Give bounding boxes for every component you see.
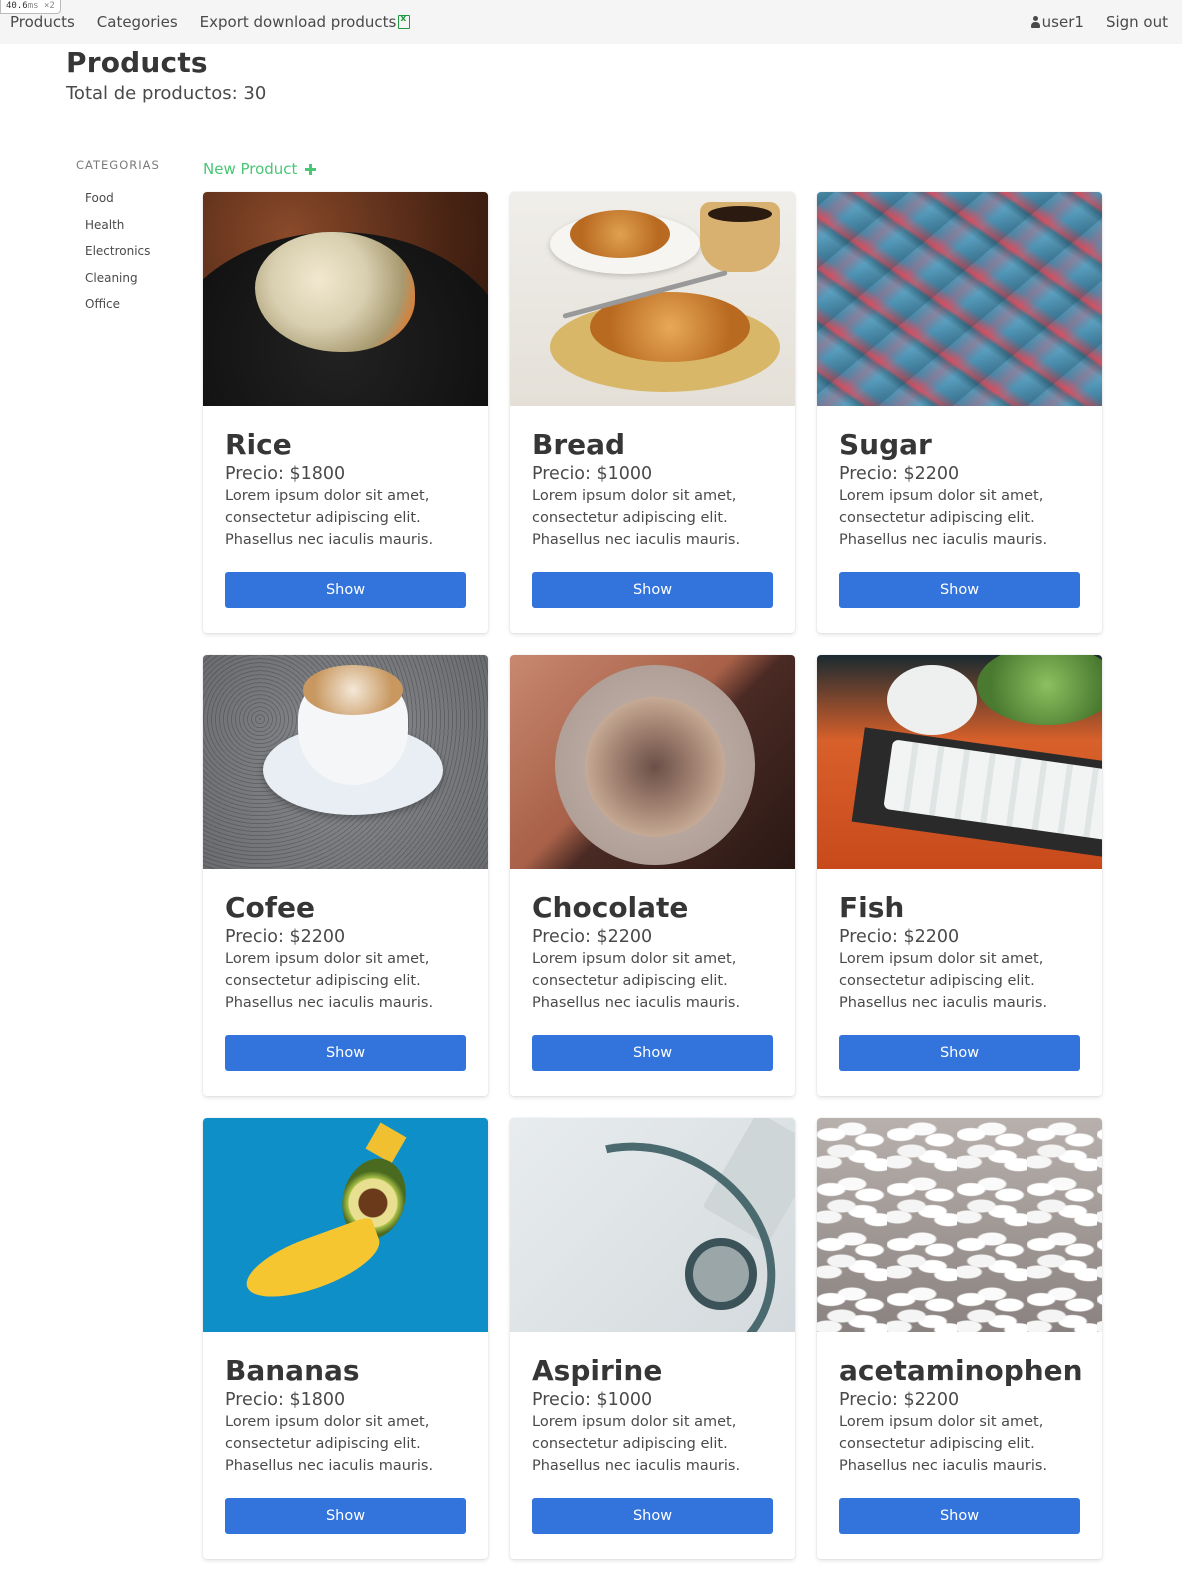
card-body: Bread Precio: $1000 Lorem ipsum dolor si… [510,406,795,608]
product-name: Chocolate [532,891,689,924]
product-name: Sugar [839,428,932,461]
sidebar-item-food[interactable]: Food [76,190,186,217]
product-image-acetaminophen [817,1118,1102,1332]
product-name: Cofee [225,891,315,924]
product-image-bread [510,192,795,406]
show-button[interactable]: Show [839,572,1080,608]
show-button[interactable]: Show [532,572,773,608]
product-price: Precio: $2200 [839,927,960,947]
nav-export-label: Export download products [199,13,397,31]
perf-unit: ms [27,1,39,11]
perf-time: 40.6 [6,1,28,11]
product-image-rice [203,192,488,406]
product-card: acetaminophen Precio: $2200 Lorem ipsum … [817,1118,1102,1559]
product-price: Precio: $1000 [532,464,653,484]
product-name: acetaminophen [839,1354,1083,1387]
sidebar-item-cleaning[interactable]: Cleaning [76,270,186,297]
product-image-sugar [817,192,1102,406]
categories-label: CATEGORIAS [76,158,160,172]
product-description: Lorem ipsum dolor sit amet, consectetur … [225,488,434,548]
show-button[interactable]: Show [225,1498,466,1534]
product-price: Precio: $1800 [225,1390,346,1410]
product-price: Precio: $1000 [532,1390,653,1410]
show-button[interactable]: Show [532,1035,773,1071]
card-body: Aspirine Precio: $1000 Lorem ipsum dolor… [510,1332,795,1534]
product-description: Lorem ipsum dolor sit amet, consectetur … [839,1414,1048,1474]
product-image-chocolate [510,655,795,869]
card-body: Sugar Precio: $2200 Lorem ipsum dolor si… [817,406,1102,608]
nav-categories-link[interactable]: Categories [97,13,178,31]
nav-user-label: user1 [1041,13,1084,31]
show-button[interactable]: Show [839,1498,1080,1534]
page-header: Products Total de productos: 30 [66,46,266,104]
total-products: Total de productos: 30 [66,83,267,104]
product-description: Lorem ipsum dolor sit amet, consectetur … [532,488,741,548]
product-name: Fish [839,891,905,924]
product-card: Rice Precio: $1800 Lorem ipsum dolor sit… [203,192,488,633]
product-price: Precio: $2200 [225,927,346,947]
categories-list: Food Health Electronics Cleaning Office [76,190,186,323]
nav-products-link[interactable]: Products [10,13,75,31]
product-name: Aspirine [532,1354,663,1387]
sidebar-item-health[interactable]: Health [76,217,186,244]
sidebar-item-electronics[interactable]: Electronics [76,243,186,270]
new-product-link[interactable]: New Product [203,160,317,178]
show-button[interactable]: Show [225,572,466,608]
navbar-left: Products Categories Export download prod… [10,13,432,31]
user-icon [1030,15,1041,29]
product-card: Cofee Precio: $2200 Lorem ipsum dolor si… [203,655,488,1096]
product-name: Rice [225,428,292,461]
sidebar-item-office[interactable]: Office [76,296,186,323]
product-description: Lorem ipsum dolor sit amet, consectetur … [839,488,1048,548]
plus-icon [305,163,317,175]
product-image-fish [817,655,1102,869]
nav-user-link[interactable]: user1 [1030,13,1084,31]
product-description: Lorem ipsum dolor sit amet, consectetur … [839,951,1048,1011]
product-price: Precio: $2200 [839,464,960,484]
product-description: Lorem ipsum dolor sit amet, consectetur … [532,1414,741,1474]
product-card: Aspirine Precio: $1000 Lorem ipsum dolor… [510,1118,795,1559]
card-body: Fish Precio: $2200 Lorem ipsum dolor sit… [817,869,1102,1071]
perf-multiplier: ×2 [43,1,55,11]
show-button[interactable]: Show [839,1035,1080,1071]
product-price: Precio: $2200 [532,927,653,947]
product-card: Chocolate Precio: $2200 Lorem ipsum dolo… [510,655,795,1096]
product-image-aspirine [510,1118,795,1332]
product-price: Precio: $1800 [225,464,346,484]
navbar-right: user1 Sign out [1008,13,1168,31]
product-description: Lorem ipsum dolor sit amet, consectetur … [225,951,434,1011]
product-description: Lorem ipsum dolor sit amet, consectetur … [225,1414,434,1474]
card-body: Chocolate Precio: $2200 Lorem ipsum dolo… [510,869,795,1071]
show-button[interactable]: Show [225,1035,466,1071]
product-card: Fish Precio: $2200 Lorem ipsum dolor sit… [817,655,1102,1096]
product-card: Sugar Precio: $2200 Lorem ipsum dolor si… [817,192,1102,633]
page-title: Products [66,46,208,79]
perf-badge: 40.6ms ×2 [0,0,61,14]
product-card: Bread Precio: $1000 Lorem ipsum dolor si… [510,192,795,633]
card-body: acetaminophen Precio: $2200 Lorem ipsum … [817,1332,1102,1534]
nav-export-link[interactable]: Export download products [200,13,411,31]
product-card: Bananas Precio: $1800 Lorem ipsum dolor … [203,1118,488,1559]
show-button[interactable]: Show [532,1498,773,1534]
categories-sidebar: CATEGORIAS Food Health Electronics Clean… [76,158,186,323]
new-product-label: New Product [203,160,298,178]
product-name: Bread [532,428,626,461]
product-image-bananas [203,1118,488,1332]
top-navbar: Products Categories Export download prod… [0,0,1182,44]
card-body: Cofee Precio: $2200 Lorem ipsum dolor si… [203,869,488,1071]
product-price: Precio: $2200 [839,1390,960,1410]
product-image-cofee [203,655,488,869]
nav-signout-link[interactable]: Sign out [1106,13,1168,31]
card-body: Rice Precio: $1800 Lorem ipsum dolor sit… [203,406,488,608]
product-name: Bananas [225,1354,360,1387]
product-description: Lorem ipsum dolor sit amet, consectetur … [532,951,741,1011]
product-grid: Rice Precio: $1800 Lorem ipsum dolor sit… [203,192,1102,1559]
excel-file-icon [398,14,411,29]
card-body: Bananas Precio: $1800 Lorem ipsum dolor … [203,1332,488,1534]
